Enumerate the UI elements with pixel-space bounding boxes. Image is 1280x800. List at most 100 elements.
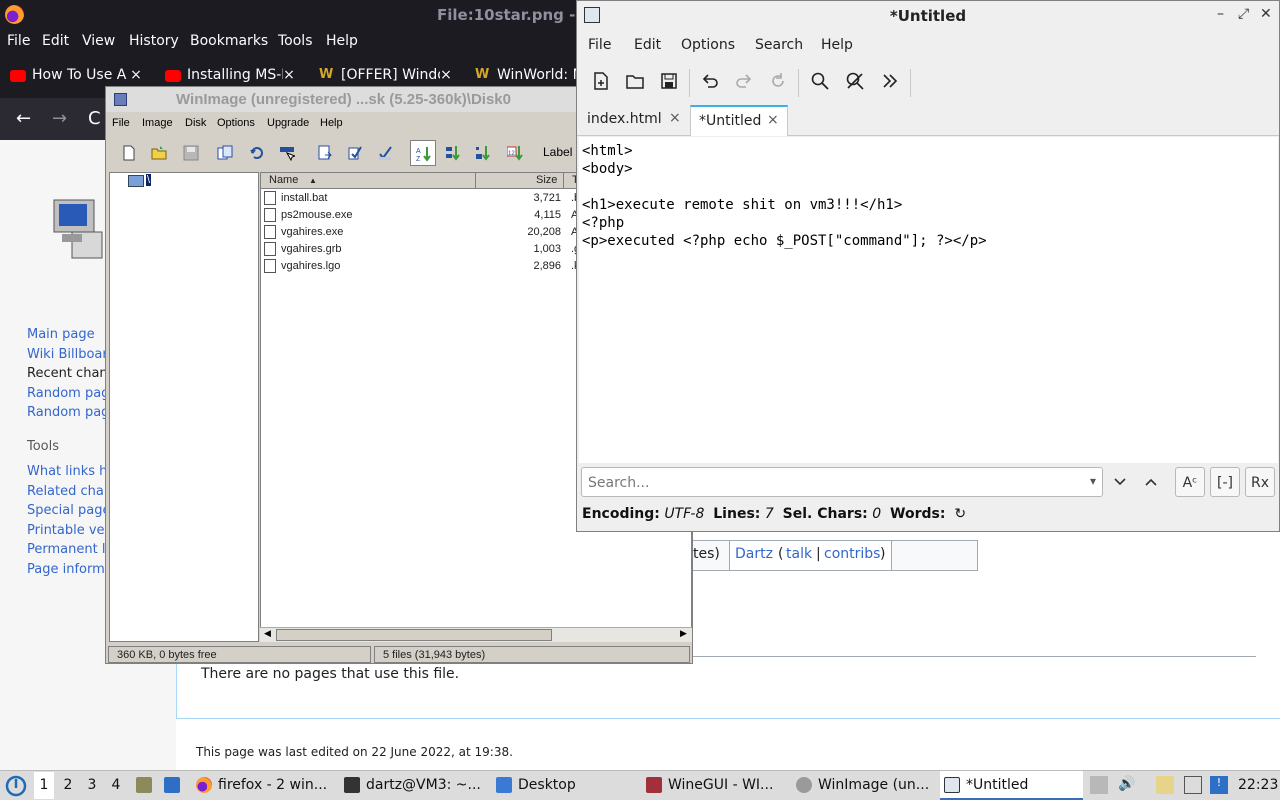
forward-arrow-icon[interactable]: → [52, 108, 67, 129]
column-header-size[interactable]: Size [476, 173, 564, 189]
wi-menu-file[interactable]: File [112, 117, 130, 129]
tab-index-html[interactable]: index.html × [579, 105, 691, 136]
editor-menu-file[interactable]: File [588, 37, 611, 53]
format-button[interactable] [274, 140, 300, 166]
taskbar-item-editor[interactable]: *Untitled [940, 771, 1083, 800]
wiki-link-billboard[interactable]: Wiki Billboard [27, 347, 116, 362]
taskbar-item-winimage[interactable]: WinImage (un... [794, 771, 936, 800]
wiki-link-main-page[interactable]: Main page [27, 327, 95, 342]
editor-menu-search[interactable]: Search [755, 37, 803, 53]
wi-menu-disk[interactable]: Disk [185, 117, 206, 129]
firefox-tab-4[interactable]: W WinWorld: M [475, 67, 580, 87]
editor-menu-edit[interactable]: Edit [634, 37, 661, 53]
close-icon[interactable]: × [283, 67, 295, 83]
more-tools-button[interactable] [878, 71, 902, 95]
workspace-3[interactable]: 3 [82, 777, 102, 793]
maximize-icon[interactable]: ⤢ [1238, 6, 1249, 22]
chevron-down-icon[interactable]: ▾ [1090, 474, 1096, 488]
taskbar-item-desktop[interactable]: Desktop [492, 771, 636, 800]
user-link[interactable]: Dartz [735, 546, 773, 562]
firefox-menu-tools[interactable]: Tools [278, 33, 313, 49]
tab-untitled[interactable]: *Untitled × [690, 105, 788, 136]
show-desktop-icon[interactable] [164, 777, 180, 793]
close-icon[interactable]: × [130, 67, 142, 83]
find-next-button[interactable] [1105, 467, 1135, 497]
extract-button[interactable] [312, 140, 338, 166]
save-document-button[interactable] [657, 71, 681, 95]
find-previous-button[interactable] [1136, 467, 1166, 497]
start-menu-icon[interactable] [5, 775, 27, 797]
open-button[interactable] [146, 140, 172, 166]
regex-button[interactable]: Rx [1245, 467, 1275, 497]
firefox-tab-2[interactable]: Installing MS-D × [165, 67, 295, 87]
search-input[interactable] [588, 473, 1078, 493]
refresh-icon[interactable]: ↻ [954, 506, 966, 522]
sort-by-ext-button[interactable] [440, 140, 466, 166]
network-icon[interactable] [1184, 776, 1202, 794]
sort-by-size-button[interactable] [470, 140, 496, 166]
wi-menu-options[interactable]: Options [217, 117, 255, 129]
reload-button[interactable] [766, 71, 790, 95]
update-notifier-icon[interactable]: ! [1210, 776, 1228, 794]
wi-menu-upgrade[interactable]: Upgrade [267, 117, 309, 129]
firefox-menu-history[interactable]: History [129, 33, 179, 49]
column-header-name[interactable]: Name ▲ [261, 173, 476, 189]
close-icon[interactable]: × [440, 67, 452, 83]
undo-button[interactable] [698, 71, 722, 95]
open-document-button[interactable] [623, 71, 647, 95]
close-icon[interactable]: ✕ [1260, 6, 1272, 22]
find-button[interactable] [808, 71, 832, 95]
sort-by-name-button[interactable]: AZ [410, 140, 436, 166]
save-button[interactable] [178, 140, 204, 166]
file-manager-launcher-icon[interactable] [136, 777, 152, 793]
wiki-link-random-page-2[interactable]: Random page [27, 405, 117, 420]
workspace-2[interactable]: 2 [58, 777, 78, 793]
firefox-menu-file[interactable]: File [7, 33, 30, 49]
wi-menu-help[interactable]: Help [320, 117, 343, 129]
editor-menu-options[interactable]: Options [681, 37, 735, 53]
find-replace-button[interactable] [843, 71, 867, 95]
taskbar-item-winegui[interactable]: WineGUI - WI... [642, 771, 788, 800]
read-disk-button[interactable] [212, 140, 238, 166]
scrollbar-thumb[interactable] [276, 629, 552, 641]
inject-button[interactable] [342, 140, 368, 166]
contribs-link[interactable]: contribs [824, 546, 880, 562]
firefox-tab-1[interactable]: How To Use A I × [10, 67, 142, 87]
write-disk-button[interactable] [244, 140, 270, 166]
workspace-1[interactable]: 1 [34, 772, 54, 799]
editor-text-area[interactable]: <html> <body> <h1>execute remote shit on… [579, 137, 1278, 463]
wiki-link-special-pages[interactable]: Special pages [27, 503, 117, 518]
new-document-button[interactable] [589, 71, 613, 95]
taskbar-item-terminal[interactable]: dartz@VM3: ~... [340, 771, 486, 800]
match-case-button[interactable]: Aᶜ [1175, 467, 1205, 497]
firefox-menu-edit[interactable]: Edit [42, 33, 69, 49]
talk-link[interactable]: talk [786, 546, 812, 562]
editor-menu-help[interactable]: Help [821, 37, 853, 53]
reload-icon[interactable]: C [88, 108, 101, 129]
new-image-button[interactable] [116, 140, 142, 166]
scroll-right-arrow-icon[interactable]: ▶ [680, 628, 687, 639]
tree-root-item[interactable]: \ [146, 174, 152, 186]
sort-by-date-button[interactable]: 12 [502, 140, 528, 166]
close-icon[interactable]: × [767, 112, 779, 128]
editor-titlebar[interactable]: *Untitled – ⤢ ✕ [577, 1, 1279, 30]
delete-button[interactable] [372, 140, 398, 166]
wi-menu-image[interactable]: Image [142, 117, 173, 129]
workspace-4[interactable]: 4 [106, 777, 126, 793]
volume-icon[interactable]: 🔊 [1118, 776, 1136, 794]
firefox-menu-view[interactable]: View [82, 33, 115, 49]
redo-button[interactable] [732, 71, 756, 95]
back-arrow-icon[interactable]: ← [16, 108, 31, 129]
firefox-menu-bookmarks[interactable]: Bookmarks [190, 33, 268, 49]
label-button[interactable]: Label [543, 145, 572, 159]
firefox-tab-3[interactable]: W [OFFER] Windo × [319, 67, 452, 87]
horizontal-scrollbar[interactable]: ◀ ▶ [260, 627, 692, 642]
whole-word-button[interactable]: [-] [1210, 467, 1240, 497]
clipboard-icon[interactable] [1156, 776, 1174, 794]
minimize-icon[interactable]: – [1217, 6, 1224, 22]
clock[interactable]: 22:23 [1238, 777, 1278, 793]
close-icon[interactable]: × [669, 110, 681, 126]
wiki-link-random-page[interactable]: Random page [27, 386, 117, 401]
taskbar-item-firefox[interactable]: firefox - 2 win... [192, 771, 334, 800]
firefox-menu-help[interactable]: Help [326, 33, 358, 49]
